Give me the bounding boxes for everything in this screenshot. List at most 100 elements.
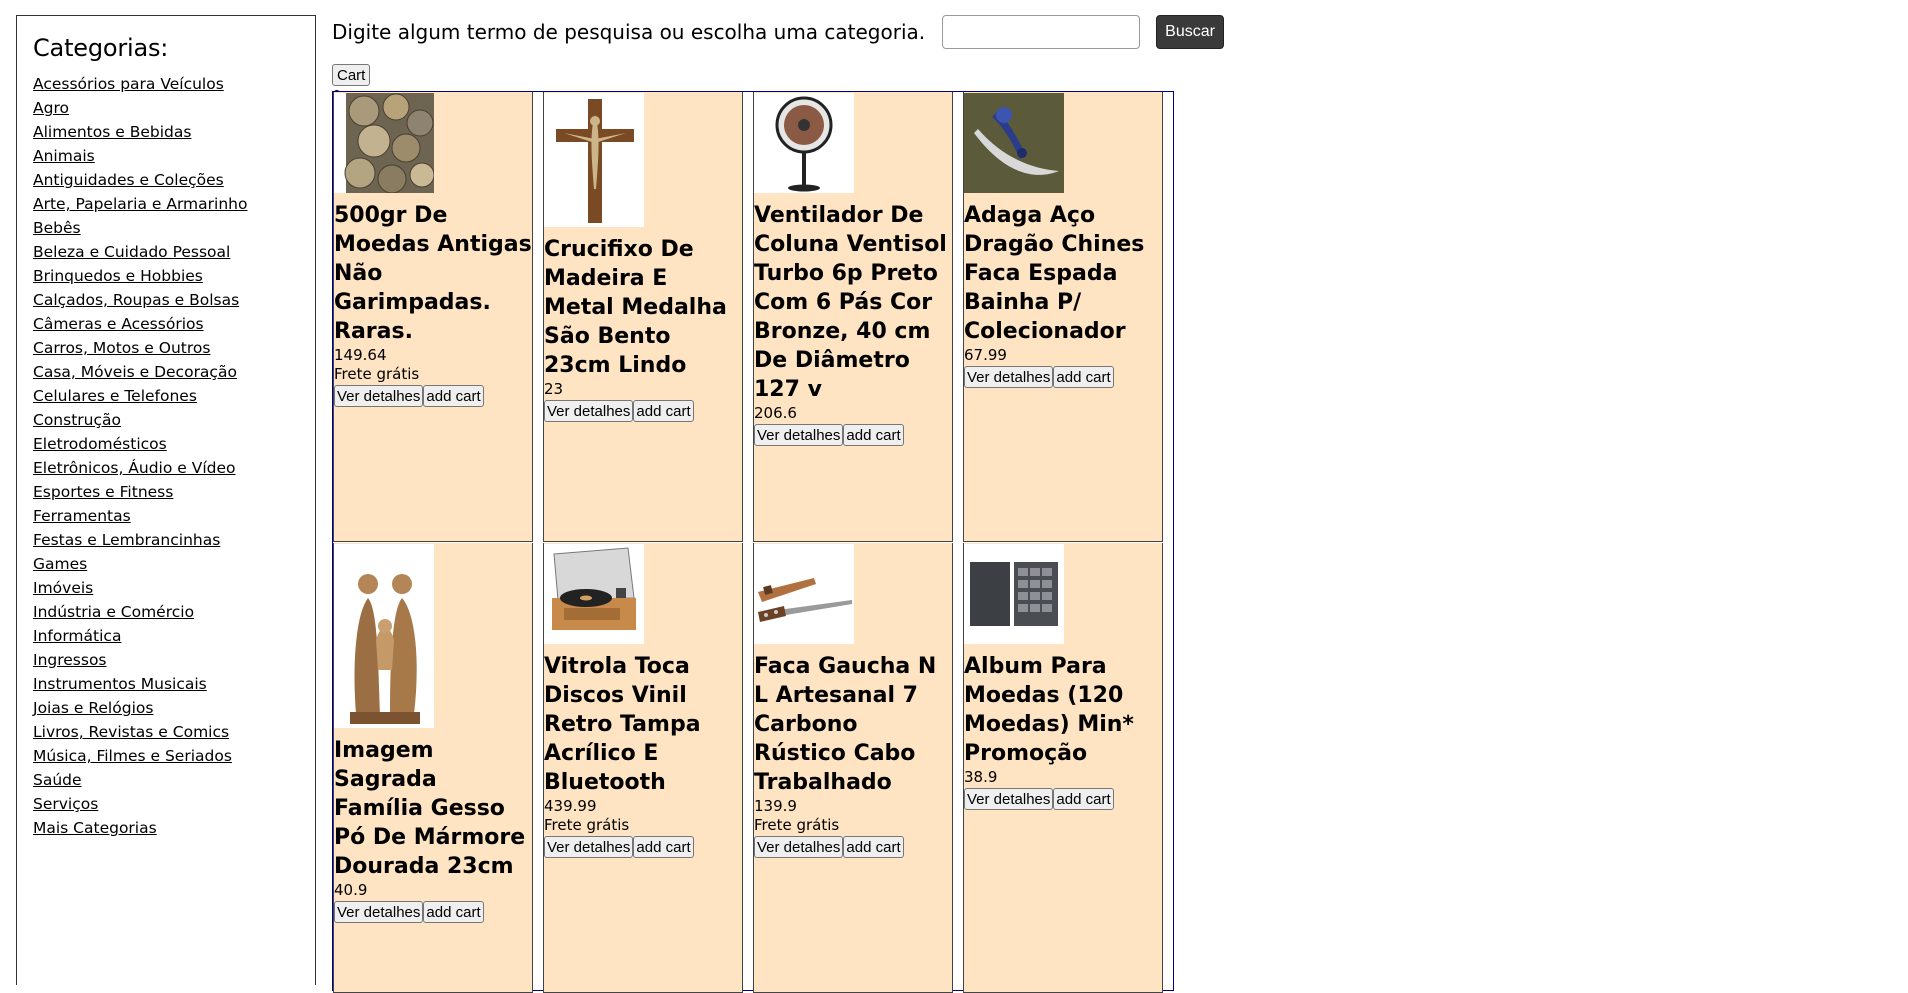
add-to-cart-button[interactable]: add cart	[423, 385, 484, 407]
product-card: Faca Gaucha N L Artesanal 7 Carbono Rúst…	[753, 543, 953, 993]
product-price: 206.6	[754, 404, 797, 422]
product-actions: Ver detalhes add cart	[754, 424, 952, 446]
category-link[interactable]: Alimentos e Bebidas	[33, 123, 191, 141]
category-link[interactable]: Brinquedos e Hobbies	[33, 267, 203, 285]
product-actions: Ver detalhes add cart	[754, 836, 952, 858]
product-image	[964, 93, 1064, 197]
category-link[interactable]: Mais Categorias	[33, 819, 157, 837]
main-content: Digite algum termo de pesquisa ou escolh…	[332, 14, 1224, 993]
category-link[interactable]: Informática	[33, 627, 121, 645]
search-bar: Digite algum termo de pesquisa ou escolh…	[332, 14, 1224, 50]
category-item: Esportes e Fitness	[33, 480, 315, 504]
category-link[interactable]: Bebês	[33, 219, 81, 237]
category-item: Games	[33, 552, 315, 576]
add-to-cart-button[interactable]: add cart	[423, 901, 484, 923]
product-price: 40.9	[334, 881, 368, 899]
search-button[interactable]: Buscar	[1156, 15, 1224, 49]
product-image	[544, 93, 644, 231]
product-price: 38.9	[964, 768, 998, 786]
product-title: Imagem Sagrada Família Gesso Pó De Mármo…	[334, 738, 526, 879]
category-item: Serviços	[33, 792, 315, 816]
category-list: Acessórios para Veículos Agro Alimentos e …	[33, 72, 315, 840]
category-link[interactable]: Música, Filmes e Seriados	[33, 747, 232, 765]
product-card: Vitrola Toca Discos Vinil Retro Tampa Ac…	[543, 543, 743, 993]
category-link[interactable]: Livros, Revistas e Comics	[33, 723, 229, 741]
category-item: Eletrônicos, Áudio e Vídeo	[33, 456, 315, 480]
category-link[interactable]: Celulares e Telefones	[33, 387, 197, 405]
category-link[interactable]: Câmeras e Acessórios	[33, 315, 204, 333]
product-image	[334, 93, 435, 197]
category-item: Beleza e Cuidado Pessoal	[33, 240, 315, 264]
product-title: Adaga Aço Dragão Chines Faca Espada Bain…	[964, 203, 1145, 344]
product-price: 139.9	[754, 797, 797, 815]
cart-button[interactable]: Cart	[332, 64, 371, 86]
category-link[interactable]: Construção	[33, 411, 121, 429]
product-card: 500gr De Moedas Antigas Não Garimpadas. …	[333, 92, 533, 542]
search-input[interactable]	[942, 15, 1141, 49]
product-image	[544, 544, 644, 648]
product-actions: Ver detalhes add cart	[334, 385, 532, 407]
category-link[interactable]: Instrumentos Musicais	[33, 675, 207, 693]
category-link[interactable]: Festas e Lembrancinhas	[33, 531, 220, 549]
product-title: Crucifixo De Madeira E Metal Medalha São…	[544, 237, 727, 378]
category-link[interactable]: Esportes e Fitness	[33, 483, 173, 501]
add-to-cart-button[interactable]: add cart	[1053, 366, 1114, 388]
view-details-button[interactable]: Ver detalhes	[334, 901, 424, 923]
category-item: Instrumentos Musicais	[33, 672, 315, 696]
product-price: 439.99	[544, 797, 597, 815]
category-item: Livros, Revistas e Comics	[33, 720, 315, 744]
view-details-button[interactable]: Ver detalhes	[754, 836, 844, 858]
product-title: 500gr De Moedas Antigas Não Garimpadas. …	[334, 203, 532, 344]
category-link[interactable]: Carros, Motos e Outros	[33, 339, 210, 357]
category-link[interactable]: Ingressos	[33, 651, 107, 669]
category-link[interactable]: Beleza e Cuidado Pessoal	[33, 243, 230, 261]
category-link[interactable]: Arte, Papelaria e Armarinho	[33, 195, 247, 213]
category-link[interactable]: Saúde	[33, 771, 82, 789]
category-item: Agro	[33, 96, 315, 120]
product-title: Ventilador De Coluna Ventisol Turbo 6p P…	[754, 203, 947, 402]
category-link[interactable]: Indústria e Comércio	[33, 603, 194, 621]
view-details-button[interactable]: Ver detalhes	[754, 424, 844, 446]
product-price: 67.99	[964, 346, 1007, 364]
category-item: Câmeras e Acessórios	[33, 312, 315, 336]
view-details-button[interactable]: Ver detalhes	[544, 836, 634, 858]
view-details-button[interactable]: Ver detalhes	[334, 385, 424, 407]
product-card: Album Para Moedas (120 Moedas) Min* Prom…	[963, 543, 1163, 993]
category-link[interactable]: Agro	[33, 99, 69, 117]
product-image	[334, 544, 434, 732]
product-image	[754, 544, 854, 648]
category-item: Acessórios para Veículos	[33, 72, 315, 96]
category-link[interactable]: Imóveis	[33, 579, 93, 597]
category-link[interactable]: Eletrodomésticos	[33, 435, 167, 453]
category-item: Brinquedos e Hobbies	[33, 264, 315, 288]
category-link[interactable]: Games	[33, 555, 87, 573]
add-to-cart-button[interactable]: add cart	[1053, 788, 1114, 810]
product-actions: Ver detalhes add cart	[544, 836, 742, 858]
sidebar-title: Categorias:	[33, 34, 169, 62]
product-card: Ventilador De Coluna Ventisol Turbo 6p P…	[753, 92, 953, 542]
add-to-cart-button[interactable]: add cart	[843, 836, 904, 858]
category-link[interactable]: Casa, Móveis e Decoração	[33, 363, 237, 381]
category-item: Casa, Móveis e Decoração	[33, 360, 315, 384]
product-image	[964, 544, 1064, 648]
category-link[interactable]: Eletrônicos, Áudio e Vídeo	[33, 459, 236, 477]
category-item: Indústria e Comércio	[33, 600, 315, 624]
view-details-button[interactable]: Ver detalhes	[964, 366, 1054, 388]
category-link[interactable]: Acessórios para Veículos	[33, 75, 224, 93]
category-item: Festas e Lembrancinhas	[33, 528, 315, 552]
add-to-cart-button[interactable]: add cart	[633, 400, 694, 422]
category-item: Música, Filmes e Seriados	[33, 744, 315, 768]
category-link[interactable]: Serviços	[33, 795, 98, 813]
category-item: Eletrodomésticos	[33, 432, 315, 456]
category-link[interactable]: Animais	[33, 147, 95, 165]
category-link[interactable]: Ferramentas	[33, 507, 131, 525]
add-to-cart-button[interactable]: add cart	[843, 424, 904, 446]
add-to-cart-button[interactable]: add cart	[633, 836, 694, 858]
category-link[interactable]: Calçados, Roupas e Bolsas	[33, 291, 239, 309]
product-card: Adaga Aço Dragão Chines Faca Espada Bain…	[963, 92, 1163, 542]
view-details-button[interactable]: Ver detalhes	[964, 788, 1054, 810]
category-link[interactable]: Antiguidades e Coleções	[33, 171, 224, 189]
category-link[interactable]: Joias e Relógios	[33, 699, 153, 717]
view-details-button[interactable]: Ver detalhes	[544, 400, 634, 422]
category-item: Mais Categorias	[33, 816, 315, 840]
